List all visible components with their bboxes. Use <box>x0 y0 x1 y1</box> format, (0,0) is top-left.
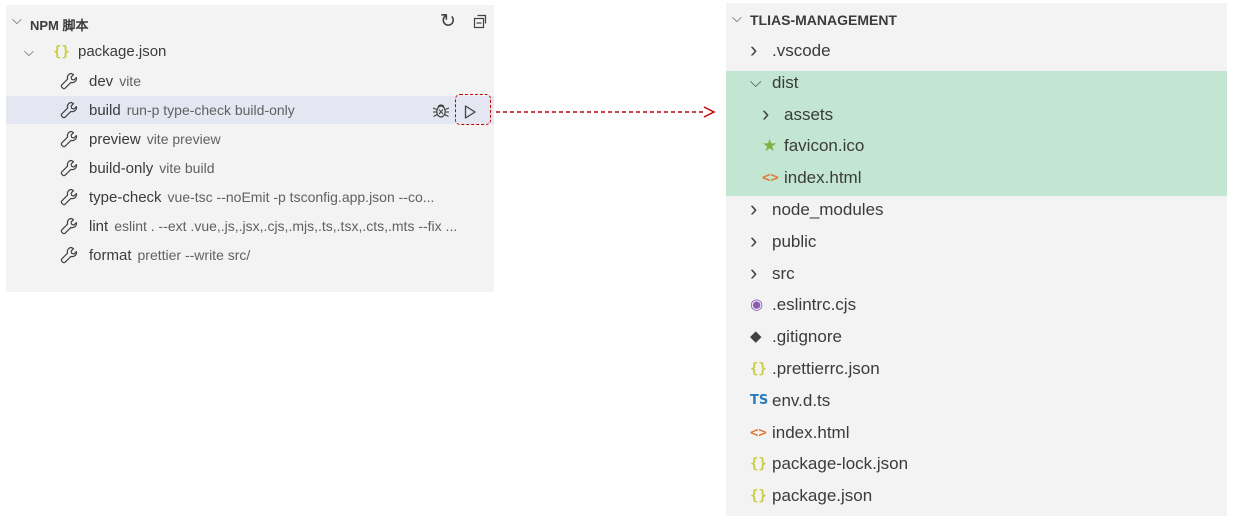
item-label: index.html <box>784 168 862 188</box>
project-title: TLIAS-MANAGEMENT <box>750 12 897 28</box>
file-item[interactable]: {} .prettierrc.json <box>726 353 1227 385</box>
dashed-arrow <box>496 106 716 118</box>
wrench-icon <box>60 217 78 235</box>
chevron-right-icon[interactable]: › <box>750 226 757 256</box>
item-label: public <box>772 231 817 251</box>
script-command: eslint . --ext .vue,.js,.jsx,.cjs,.mjs,.… <box>114 218 458 234</box>
chevron-right-icon[interactable]: › <box>750 35 757 65</box>
collapse-all-icon[interactable] <box>472 13 488 29</box>
folder-item[interactable]: ⌵ dist <box>726 67 1227 99</box>
script-name: build-only <box>89 160 154 177</box>
script-text: type-check vue-tsc --noEmit -p tsconfig.a… <box>89 183 434 212</box>
item-label: dist <box>772 72 799 92</box>
script-command: vite <box>119 73 141 89</box>
folder-item[interactable]: › assets <box>726 99 1227 131</box>
script-command: run-p type-check build-only <box>126 102 295 118</box>
explorer-header[interactable]: ⌵ TLIAS-MANAGEMENT <box>726 3 1227 35</box>
script-name: type-check <box>89 189 162 206</box>
package-json-node[interactable]: ⌵ {} package.json <box>6 38 494 66</box>
script-text: build run-p type-check build-only <box>89 96 295 125</box>
item-label: package-lock.json <box>772 454 909 474</box>
html-icon: <> <box>762 170 779 187</box>
script-name: lint <box>89 218 109 235</box>
item-label: favicon.ico <box>784 136 865 156</box>
file-item[interactable]: {} package-lock.json <box>726 448 1227 480</box>
git-icon: ◆ <box>750 328 762 346</box>
npm-script-format[interactable]: format prettier --write src/ <box>6 241 494 269</box>
script-text: format prettier --write src/ <box>89 241 250 270</box>
file-item[interactable]: ◆ .gitignore <box>726 321 1227 353</box>
folder-item[interactable]: › public <box>726 226 1227 258</box>
script-command: vite build <box>159 160 215 176</box>
star-icon: ★ <box>762 136 778 156</box>
npm-script-build-only[interactable]: build-only vite build <box>6 154 494 182</box>
npm-script-preview[interactable]: preview vite preview <box>6 125 494 153</box>
script-command: prettier --write src/ <box>137 247 251 263</box>
script-text: dev vite <box>89 67 141 96</box>
folder-item[interactable]: › .vscode <box>726 35 1227 67</box>
wrench-icon <box>60 159 78 177</box>
script-name: preview <box>89 131 141 148</box>
chevron-down-icon[interactable]: ⌵ <box>24 38 34 66</box>
json-icon: {} <box>750 456 767 473</box>
explorer-panel: ⌵ TLIAS-MANAGEMENT › .vscode ⌵ dist › assets ★… <box>726 3 1227 516</box>
item-label: index.html <box>772 422 850 442</box>
npm-script-build[interactable]: build run-p type-check build-only <box>6 96 494 124</box>
wrench-icon <box>60 188 78 206</box>
script-name: build <box>89 102 121 119</box>
npm-script-type-check[interactable]: type-check vue-tsc --noEmit -p tsconfig.a… <box>6 183 494 211</box>
chevron-down-icon[interactable]: ⌵ <box>12 12 22 28</box>
script-name: dev <box>89 73 114 90</box>
typescript-icon: TS <box>750 392 769 408</box>
chevron-down-icon[interactable]: ⌵ <box>750 67 761 99</box>
npm-scripts-panel: ⌵ NPM 脚本 ↻ ⌵ {} package.json dev vite buil… <box>6 5 494 292</box>
script-text: lint eslint . --ext .vue,.js,.jsx,.cjs,.m… <box>89 212 457 241</box>
package-json-label: package.json <box>78 43 167 60</box>
npm-script-dev[interactable]: dev vite <box>6 67 494 95</box>
wrench-icon <box>60 246 78 264</box>
item-label: .prettierrc.json <box>772 359 880 378</box>
json-icon: {} <box>750 488 767 505</box>
json-icon: {} <box>750 361 767 377</box>
wrench-icon <box>60 130 78 148</box>
json-icon: {} <box>53 44 70 60</box>
html-icon: <> <box>750 424 767 441</box>
item-label: .eslintrc.cjs <box>772 295 857 315</box>
folder-item[interactable]: › node_modules <box>726 194 1227 226</box>
item-label: assets <box>784 104 834 124</box>
refresh-icon[interactable]: ↻ <box>440 10 456 33</box>
file-item[interactable]: ★ favicon.ico <box>726 130 1227 162</box>
run-button-highlight <box>455 94 491 125</box>
script-command: vite preview <box>146 131 221 147</box>
file-item[interactable]: <> index.html <box>726 417 1227 449</box>
wrench-icon <box>60 101 78 119</box>
item-label: src <box>772 263 795 283</box>
debug-icon[interactable] <box>431 100 451 120</box>
script-text: build-only vite build <box>89 154 214 183</box>
chevron-right-icon[interactable]: › <box>750 258 757 288</box>
script-command: vue-tsc --noEmit -p tsconfig.app.json --… <box>167 189 435 205</box>
chevron-right-icon[interactable]: › <box>762 99 769 129</box>
npm-script-lint[interactable]: lint eslint . --ext .vue,.js,.jsx,.cjs,.m… <box>6 212 494 240</box>
script-name: format <box>89 247 132 264</box>
file-item[interactable]: TS env.d.ts <box>726 385 1227 417</box>
item-label: package.json <box>772 486 873 506</box>
file-item[interactable]: {} package.json <box>726 480 1227 512</box>
item-label: env.d.ts <box>772 390 831 410</box>
item-label: .vscode <box>772 41 831 60</box>
item-label: node_modules <box>772 200 884 219</box>
item-label: .gitignore <box>772 327 842 347</box>
chevron-right-icon[interactable]: › <box>750 194 757 224</box>
file-item[interactable]: ◉ .eslintrc.cjs <box>726 289 1227 321</box>
folder-item[interactable]: › src <box>726 258 1227 290</box>
wrench-icon <box>60 72 78 90</box>
eslint-icon: ◉ <box>750 296 764 314</box>
script-text: preview vite preview <box>89 125 221 154</box>
npm-scripts-header[interactable]: ⌵ NPM 脚本 ↻ <box>6 9 494 35</box>
file-item[interactable]: <> index.html <box>726 162 1227 194</box>
chevron-down-icon[interactable]: ⌵ <box>732 10 742 26</box>
npm-scripts-title: NPM 脚本 <box>30 18 89 33</box>
